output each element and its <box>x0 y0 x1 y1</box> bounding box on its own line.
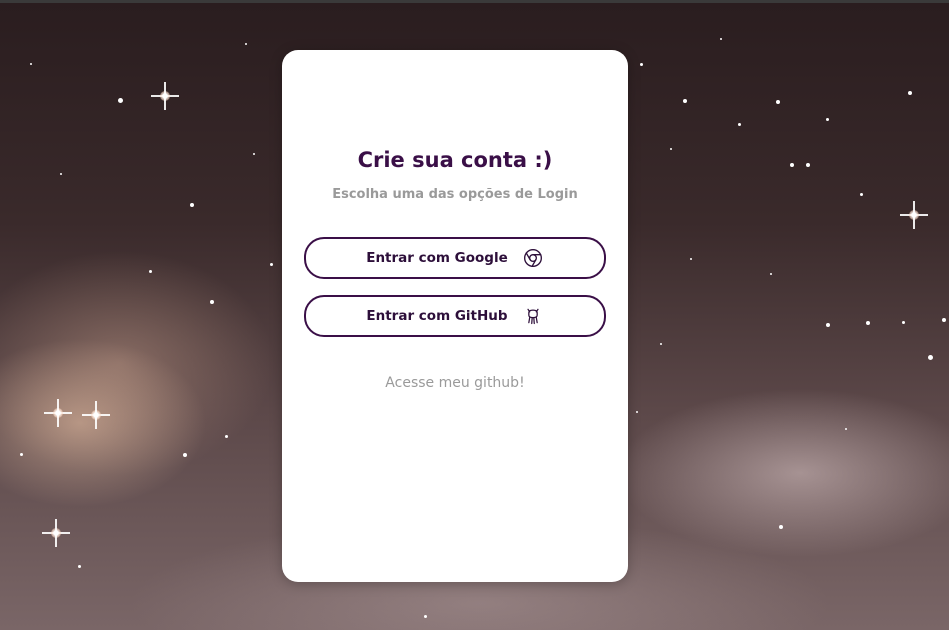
star <box>683 99 687 103</box>
star <box>270 263 273 266</box>
page-subtitle: Escolha uma das opções de Login <box>332 187 578 202</box>
star <box>826 323 830 327</box>
star <box>640 63 643 66</box>
star-flare <box>44 399 72 427</box>
github-profile-link[interactable]: Acesse meu github! <box>282 375 628 391</box>
star <box>190 203 194 207</box>
star <box>779 525 783 529</box>
star <box>636 411 638 413</box>
star-flare <box>42 519 70 547</box>
star <box>908 91 912 95</box>
star <box>806 163 810 167</box>
star <box>660 343 662 345</box>
star <box>78 565 81 568</box>
star-flare <box>82 401 110 429</box>
star <box>225 435 228 438</box>
star <box>149 270 152 273</box>
star <box>942 318 946 322</box>
github-login-button[interactable]: Entrar com GitHub <box>304 295 606 337</box>
star <box>253 153 255 155</box>
star <box>210 300 214 304</box>
star <box>424 615 427 618</box>
star <box>902 321 905 324</box>
star <box>118 98 123 103</box>
star <box>770 273 772 275</box>
star <box>928 355 933 360</box>
star <box>845 428 847 430</box>
star <box>776 100 780 104</box>
google-login-button[interactable]: Entrar com Google <box>304 237 606 279</box>
star <box>866 321 870 325</box>
star <box>790 163 794 167</box>
github-icon <box>522 305 544 327</box>
signup-card: Crie sua conta :) Escolha uma das opções… <box>282 50 628 582</box>
google-login-label: Entrar com Google <box>366 250 508 266</box>
chrome-icon <box>522 247 544 269</box>
star <box>60 173 62 175</box>
star <box>670 148 672 150</box>
star <box>30 63 32 65</box>
page-title: Crie sua conta :) <box>357 148 553 172</box>
star-flare <box>151 82 179 110</box>
star <box>720 38 722 40</box>
star <box>20 453 23 456</box>
star <box>826 118 829 121</box>
github-login-label: Entrar com GitHub <box>366 308 508 324</box>
star <box>690 258 692 260</box>
star <box>738 123 741 126</box>
star-flare <box>900 201 928 229</box>
star <box>860 193 863 196</box>
star <box>245 43 247 45</box>
star <box>183 453 187 457</box>
